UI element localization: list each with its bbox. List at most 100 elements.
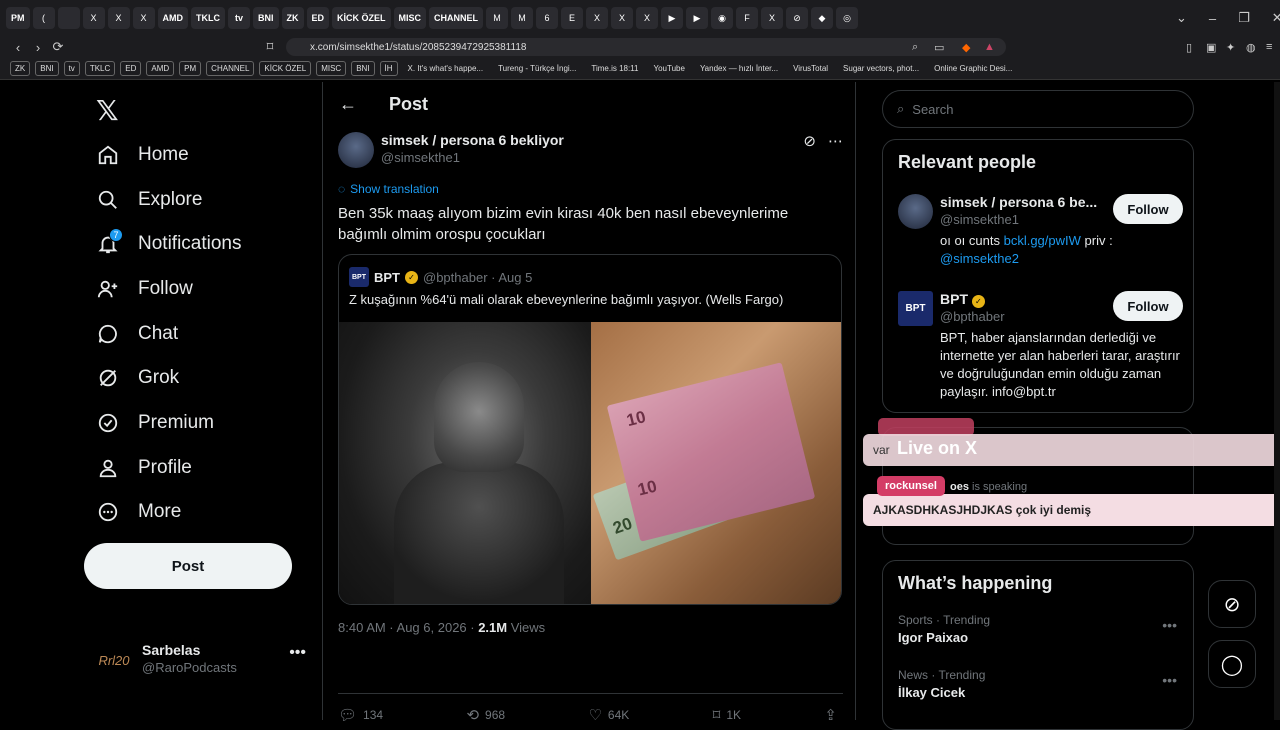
nav-premium[interactable]: Premium — [96, 403, 214, 443]
back-arrow-icon[interactable]: ← — [339, 94, 367, 115]
url-bar[interactable]: x.com/simsekthe1/status/2085239472925381… — [286, 38, 1006, 56]
sidebar-toggle-icon[interactable]: ▯ — [1186, 41, 1192, 54]
nav-home[interactable]: Home — [96, 135, 189, 175]
bookmark-folder[interactable]: İH — [379, 61, 398, 76]
bio-mention-link[interactable]: @simsekthe2 — [940, 251, 1019, 266]
rewards-icon[interactable]: ▲ — [984, 41, 995, 53]
trend-item[interactable]: News · Trending İlkay Cicek ••• — [898, 668, 1183, 712]
browser-tab[interactable]: KİCK ÖZEL — [332, 7, 391, 29]
author-avatar[interactable] — [338, 132, 374, 168]
browser-tab[interactable]: ▶ — [686, 7, 709, 29]
more-options-icon[interactable]: ⋯ — [828, 132, 843, 150]
vpn-icon[interactable]: ◍ — [1246, 41, 1256, 54]
author-handle[interactable]: @simsekthe1 — [381, 150, 460, 165]
bookmark-folder[interactable]: PM — [179, 61, 202, 76]
bookmark-folder[interactable]: TKLC — [84, 61, 116, 76]
nav-grok[interactable]: Grok — [96, 358, 179, 398]
browser-tab[interactable]: MISC — [393, 7, 427, 29]
browser-tab[interactable]: E — [561, 7, 584, 29]
search-input[interactable]: ⌕ Search — [882, 90, 1194, 128]
grok-floating-button[interactable]: ⊘ — [1208, 580, 1256, 628]
bookmark-page-icon[interactable]: ⌑ — [260, 39, 280, 55]
account-switcher[interactable]: Rrl20 Sarbelas @RaroPodcasts ••• — [96, 638, 306, 684]
browser-tab[interactable] — [57, 7, 80, 29]
bookmark-folder[interactable]: KİCK ÖZEL — [259, 61, 312, 76]
browser-tab[interactable]: M — [511, 7, 534, 29]
bookmark-folder[interactable]: AMD — [146, 61, 175, 76]
nav-notifications[interactable]: 7 Notifications — [96, 224, 242, 264]
quoted-tweet[interactable]: BPT BPT ✓ @bpthaber · Aug 5 Z kuşağının … — [338, 254, 842, 605]
extensions-icon[interactable]: ✦ — [1226, 41, 1235, 54]
browser-tab[interactable]: X — [611, 7, 634, 29]
grok-icon[interactable]: ⊘ — [803, 132, 816, 150]
nav-chat[interactable]: Chat — [96, 314, 178, 354]
back-arrow-icon[interactable]: ‹ — [8, 40, 28, 55]
trend-more-icon[interactable]: ••• — [1162, 672, 1177, 688]
browser-tab[interactable]: ( — [32, 7, 55, 29]
trend-more-icon[interactable]: ••• — [1162, 617, 1177, 633]
browser-tab[interactable]: ▶ — [661, 7, 684, 29]
bookmark-link[interactable]: YouTube — [649, 64, 690, 73]
browser-tab[interactable]: X — [586, 7, 609, 29]
zoom-icon[interactable]: ⌕ — [912, 41, 918, 54]
menu-icon[interactable]: ≡ — [1266, 41, 1272, 53]
bookmark-link[interactable]: Online Graphic Desi... — [929, 64, 1017, 73]
browser-tab[interactable]: TKLC — [191, 7, 225, 29]
browser-tab[interactable]: ◉ — [711, 7, 734, 29]
page-scrollbar[interactable] — [1274, 82, 1280, 720]
nav-follow[interactable]: Follow — [96, 269, 193, 309]
reload-icon[interactable]: ⟳ — [48, 39, 68, 55]
bookmark-link[interactable]: Sugar vectors, phot... — [838, 64, 924, 73]
nav-more[interactable]: More — [96, 492, 181, 532]
browser-tab[interactable]: 6 — [536, 7, 559, 29]
browser-tab[interactable]: tv — [228, 7, 250, 29]
bio-link[interactable]: bckl.gg/pwIW — [1004, 233, 1081, 248]
bookmark-folder[interactable]: CHANNEL — [206, 61, 255, 76]
bookmark-folder[interactable]: MISC — [316, 61, 347, 76]
cast-icon[interactable]: ▭ — [934, 41, 944, 54]
browser-tab[interactable]: CHANNEL — [429, 7, 484, 29]
account-more-icon[interactable]: ••• — [289, 644, 306, 662]
quoted-image-distressed-person[interactable] — [339, 322, 591, 604]
reply-button[interactable]: 💬︎ 134 — [338, 706, 383, 724]
bookmark-link[interactable]: Yandex — hızlı İnter... — [695, 64, 783, 73]
trend-item[interactable]: Sports · Trending Igor Paixao ••• — [898, 613, 1183, 657]
browser-tab[interactable]: BNI — [253, 7, 279, 29]
x-logo-icon[interactable]: 𝕏 — [96, 94, 119, 127]
browser-tab[interactable]: X — [132, 7, 155, 29]
wallet-icon[interactable]: ▣ — [1206, 41, 1216, 54]
bookmark-link[interactable]: Time.is 18:11 — [586, 64, 643, 73]
browser-tab[interactable]: ⊘ — [786, 7, 809, 29]
browser-tab[interactable]: X — [761, 7, 784, 29]
quoted-image-banknotes[interactable]: 20 10 10 — [591, 322, 841, 604]
browser-tab[interactable]: ED — [306, 7, 330, 29]
nav-profile[interactable]: Profile — [96, 448, 192, 488]
repost-button[interactable]: ⟲ 968 — [466, 706, 505, 724]
nav-explore[interactable]: Explore — [96, 180, 202, 220]
browser-tab[interactable]: F — [736, 7, 759, 29]
bookmark-link[interactable]: VirusTotal — [788, 64, 833, 73]
relevant-person-1[interactable]: simsek / persona 6 be... @simsekthe1 Fol… — [898, 194, 1183, 284]
bookmark-link[interactable]: X. It's what's happe... — [403, 64, 489, 73]
author-name[interactable]: simsek / persona 6 bekliyor — [381, 132, 564, 148]
bookmark-folder[interactable]: BNI — [351, 61, 375, 76]
share-button[interactable]: ⇪ — [824, 706, 837, 724]
bookmark-link[interactable]: Tureng - Türkçe İngi... — [493, 64, 581, 73]
browser-tab[interactable]: ZK — [281, 7, 304, 29]
restore-button[interactable]: ❐ — [1238, 10, 1250, 26]
browser-tab[interactable]: ◎ — [836, 7, 859, 29]
browser-tab[interactable]: X — [107, 7, 130, 29]
browser-tab[interactable]: X — [636, 7, 659, 29]
bookmark-folder[interactable]: ED — [120, 61, 142, 76]
brave-shield-icon[interactable]: ◆ — [962, 41, 970, 54]
show-translation-link[interactable]: ◌ Show translation — [338, 182, 439, 196]
tab-list-chevron-icon[interactable]: ⌄ — [1176, 10, 1187, 26]
forward-arrow-icon[interactable]: › — [28, 40, 48, 55]
bookmark-folder[interactable]: BNI — [35, 61, 59, 76]
follow-button[interactable]: Follow — [1113, 194, 1183, 224]
minimize-button[interactable]: – — [1209, 11, 1216, 26]
bookmark-folder[interactable]: ZK — [10, 61, 31, 76]
compose-post-button[interactable]: Post — [84, 543, 292, 589]
tweet-timestamp[interactable]: 8:40 AM · Aug 6, 2026 · — [338, 620, 478, 635]
close-window-button[interactable]: ✕ — [1272, 10, 1280, 26]
